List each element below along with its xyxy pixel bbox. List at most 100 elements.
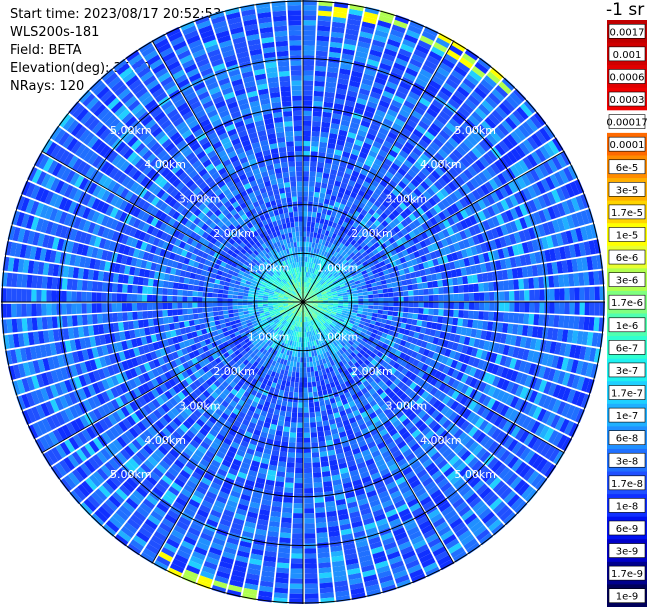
heatmap-cell (408, 296, 414, 302)
heatmap-cell (293, 361, 297, 368)
heatmap-cell (303, 161, 310, 167)
heatmap-cell (315, 507, 326, 514)
heatmap-cell (279, 451, 288, 458)
heatmap-cell (308, 351, 312, 358)
heatmap-cell (318, 10, 332, 17)
heatmap-cell (392, 287, 399, 292)
heatmap-cell (423, 302, 429, 308)
heatmap-cell (308, 392, 313, 398)
heatmap-cell (294, 477, 303, 484)
heatmap-cell (401, 280, 408, 286)
heatmap-cell (303, 65, 314, 71)
heatmap-cell (432, 315, 439, 323)
heatmap-cell (357, 292, 364, 296)
heatmap-cell (391, 282, 398, 288)
heatmap-cell (311, 442, 319, 448)
heatmap-cell (380, 318, 387, 324)
heatmap-cell (518, 313, 525, 324)
heatmap-cell (310, 432, 318, 438)
heatmap-cell (303, 140, 311, 147)
heatmap-cell (311, 381, 317, 388)
heatmap-cell (468, 310, 474, 319)
heatmap-cell (305, 246, 309, 252)
heatmap-cell (303, 387, 308, 393)
heatmap-cell (290, 422, 297, 428)
heatmap-cell (303, 171, 310, 177)
heatmap-cell (368, 294, 374, 299)
heatmap-cell (583, 316, 590, 331)
heatmap-cell (285, 411, 292, 418)
heatmap-cell (343, 304, 349, 307)
heatmap-cell (594, 302, 600, 316)
heatmap-cell (564, 288, 570, 301)
heatmap-cell (483, 282, 489, 292)
heatmap-cell (304, 513, 315, 519)
heatmap-cell (303, 120, 312, 127)
heatmap-cell (406, 278, 413, 285)
heatmap-cell (589, 286, 595, 301)
heatmap-cell (382, 288, 389, 294)
heatmap-cell (284, 482, 294, 488)
heatmap-cell (558, 274, 565, 287)
heatmap-cell (443, 302, 449, 309)
heatmap-cell (381, 284, 388, 289)
heatmap-cell (309, 176, 316, 182)
heatmap-cell (303, 342, 306, 348)
heatmap-cell (320, 213, 326, 220)
heatmap-cell (402, 312, 409, 318)
heatmap-cell (304, 548, 317, 554)
heatmap-cell (304, 563, 317, 569)
heatmap-cell (381, 314, 388, 320)
heatmap-cell (473, 310, 479, 320)
heatmap-cell (285, 365, 290, 371)
heatmap-cell (388, 297, 394, 302)
heatmap-cell (493, 312, 500, 322)
heatmap-cell (315, 375, 320, 382)
heatmap-cell (290, 376, 296, 383)
heatmap-cell (298, 397, 303, 403)
heatmap-cell (321, 471, 331, 478)
heatmap-cell (299, 372, 303, 378)
heatmap-cell (314, 502, 325, 509)
heatmap-cell (472, 274, 479, 284)
heatmap-cell (299, 377, 303, 383)
heatmap-cell (437, 316, 444, 324)
heatmap-cell (390, 320, 397, 327)
heatmap-cell (553, 315, 560, 328)
heatmap-cell (303, 30, 316, 36)
heatmap-cell (563, 274, 570, 287)
heatmap-cell (313, 472, 322, 478)
heatmap-cell (303, 110, 312, 116)
heatmap-cell (472, 319, 479, 329)
heatmap-cell (569, 287, 575, 301)
heatmap-cell (276, 425, 284, 432)
heatmap-cell (311, 136, 320, 142)
heatmap-cell (293, 493, 303, 499)
heatmap-cell (563, 315, 570, 329)
heatmap-cell (273, 592, 288, 599)
heatmap-cell (443, 286, 449, 294)
heatmap-cell (548, 275, 555, 288)
heatmap-cell (417, 314, 424, 321)
heatmap-cell (303, 372, 307, 378)
heatmap-cell (423, 295, 429, 302)
heatmap-cell (317, 15, 332, 22)
heatmap-cell (294, 472, 303, 479)
heatmap-cell (367, 312, 373, 317)
heatmap-cell (534, 289, 540, 301)
heatmap-cell (315, 512, 326, 519)
heatmap-cell (312, 116, 322, 122)
heatmap-cell (321, 177, 329, 184)
heatmap-cell (398, 302, 404, 307)
heatmap-cell (322, 172, 330, 179)
heatmap-cell (293, 397, 298, 403)
heatmap-cell (285, 380, 291, 387)
heatmap-cell (304, 573, 318, 579)
heatmap-cell (309, 412, 316, 418)
heatmap-cell (514, 302, 520, 312)
heatmap-cell (594, 286, 600, 301)
heatmap-cell (303, 437, 311, 443)
heatmap-cell (494, 291, 500, 301)
heatmap-cell (317, 552, 330, 559)
heatmap-cell (463, 302, 470, 310)
